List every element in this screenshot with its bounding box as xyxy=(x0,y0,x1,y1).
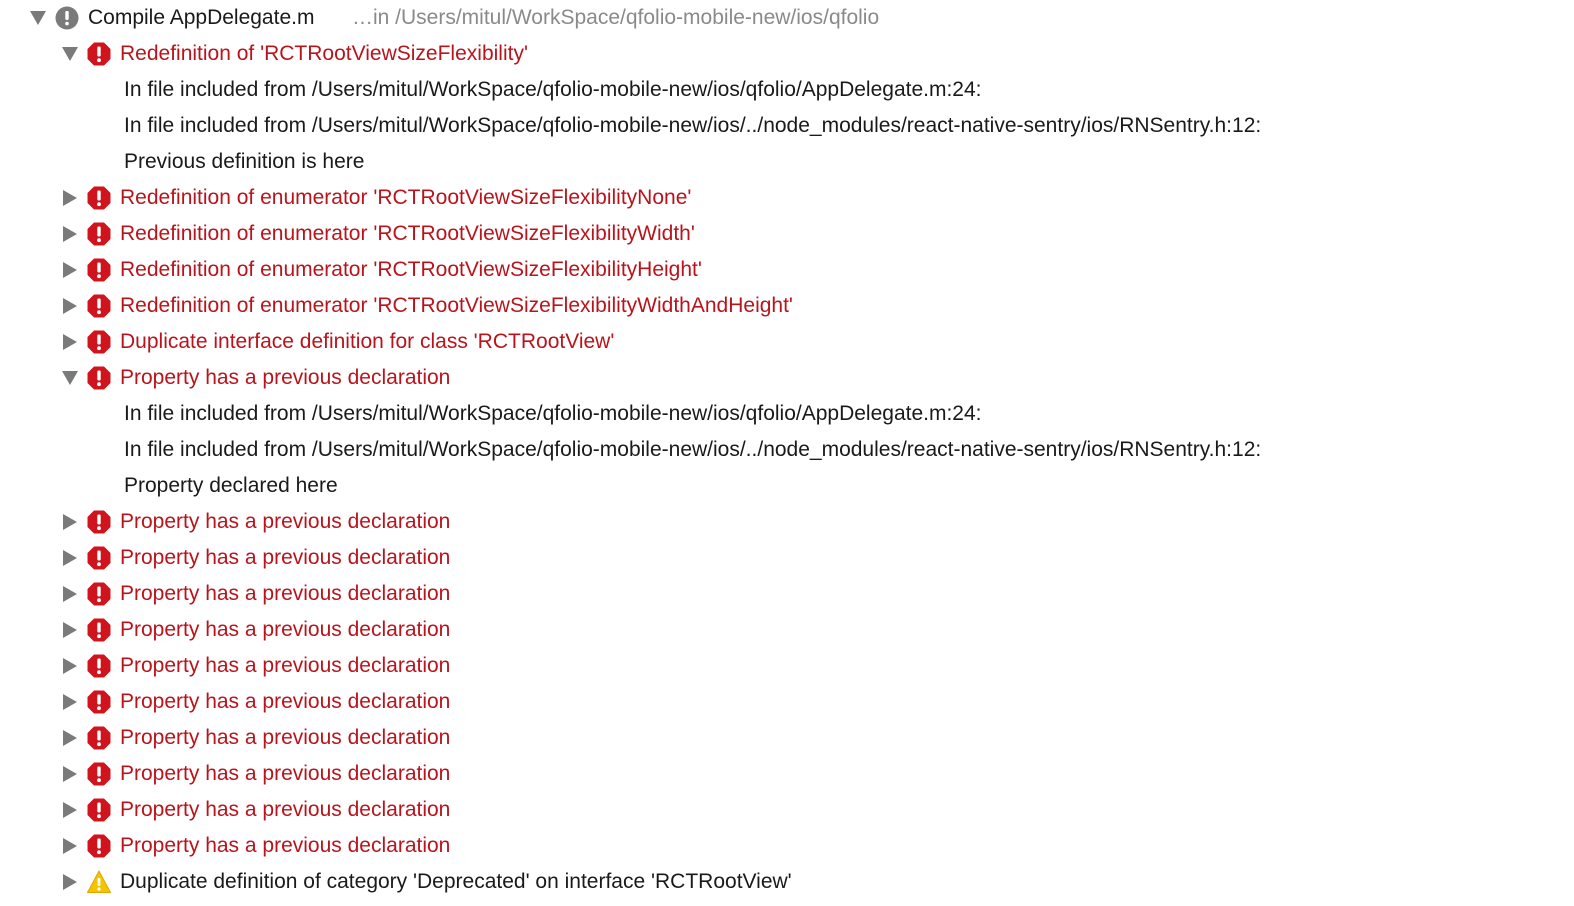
error-issue-row[interactable]: Property has a previous declaration xyxy=(0,756,1574,792)
issue-title: Property has a previous declaration xyxy=(120,726,451,749)
error-octagon-icon xyxy=(87,222,111,246)
issue-title: Property has a previous declaration xyxy=(120,762,451,785)
error-issue-row[interactable]: Property has a previous declaration xyxy=(0,792,1574,828)
issue-note-text: Previous definition is here xyxy=(124,150,365,173)
issue-title: Redefinition of 'RCTRootViewSizeFlexibil… xyxy=(120,42,528,65)
error-octagon-icon xyxy=(87,42,111,66)
error-issue-row[interactable]: Redefinition of 'RCTRootViewSizeFlexibil… xyxy=(0,36,1574,72)
error-issue-row[interactable]: Property has a previous declaration xyxy=(0,360,1574,396)
error-issue-row[interactable]: Property has a previous declaration xyxy=(0,828,1574,864)
issue-note-text: In file included from /Users/mitul/WorkS… xyxy=(124,114,1262,137)
issue-title: Property has a previous declaration xyxy=(120,798,451,821)
warning-issue-row[interactable]: Duplicate definition of category 'Deprec… xyxy=(0,864,1574,900)
issue-title: Redefinition of enumerator 'RCTRootViewS… xyxy=(120,258,702,281)
issue-note-row[interactable]: In file included from /Users/mitul/WorkS… xyxy=(0,432,1574,468)
issue-note-text: In file included from /Users/mitul/WorkS… xyxy=(124,78,982,101)
issue-title: Property has a previous declaration xyxy=(120,510,451,533)
disclosure-triangle-collapsed-icon[interactable] xyxy=(63,622,77,638)
issue-note-row[interactable]: In file included from /Users/mitul/WorkS… xyxy=(0,108,1574,144)
error-octagon-icon xyxy=(87,654,111,678)
issue-note-row[interactable]: Property declared here xyxy=(0,468,1574,504)
issue-note-text: In file included from /Users/mitul/WorkS… xyxy=(124,402,982,425)
issue-title: Property has a previous declaration xyxy=(120,834,451,857)
error-octagon-icon xyxy=(87,726,111,750)
issue-note-row[interactable]: In file included from /Users/mitul/WorkS… xyxy=(0,396,1574,432)
compile-group-row[interactable]: Compile AppDelegate.m …in /Users/mitul/W… xyxy=(0,0,1574,36)
disclosure-triangle-collapsed-icon[interactable] xyxy=(63,730,77,746)
info-circle-icon xyxy=(55,6,79,30)
disclosure-triangle-collapsed-icon[interactable] xyxy=(63,514,77,530)
issue-note-text: Property declared here xyxy=(124,474,338,497)
issue-title: Property has a previous declaration xyxy=(120,546,451,569)
disclosure-triangle-collapsed-icon[interactable] xyxy=(63,298,77,314)
disclosure-triangle-expanded-icon[interactable] xyxy=(62,47,78,61)
error-octagon-icon xyxy=(87,546,111,570)
warning-triangle-icon xyxy=(87,870,111,894)
issue-title: Property has a previous declaration xyxy=(120,618,451,641)
disclosure-triangle-collapsed-icon[interactable] xyxy=(63,838,77,854)
issue-title: Property has a previous declaration xyxy=(120,366,451,389)
error-issue-row[interactable]: Property has a previous declaration xyxy=(0,648,1574,684)
error-octagon-icon xyxy=(87,834,111,858)
error-octagon-icon xyxy=(87,582,111,606)
error-issue-row[interactable]: Property has a previous declaration xyxy=(0,540,1574,576)
disclosure-triangle-collapsed-icon[interactable] xyxy=(63,226,77,242)
error-issue-row[interactable]: Property has a previous declaration xyxy=(0,576,1574,612)
issue-title: Property has a previous declaration xyxy=(120,690,451,713)
issue-note-row[interactable]: Previous definition is here xyxy=(0,144,1574,180)
error-octagon-icon xyxy=(87,798,111,822)
error-issue-row[interactable]: Property has a previous declaration xyxy=(0,720,1574,756)
issue-title: Redefinition of enumerator 'RCTRootViewS… xyxy=(120,186,692,209)
issue-note-row[interactable]: In file included from /Users/mitul/WorkS… xyxy=(0,72,1574,108)
issue-note-text: In file included from /Users/mitul/WorkS… xyxy=(124,438,1262,461)
disclosure-triangle-expanded-icon[interactable] xyxy=(62,371,78,385)
issue-title: Duplicate definition of category 'Deprec… xyxy=(120,870,792,893)
disclosure-triangle-collapsed-icon[interactable] xyxy=(63,766,77,782)
disclosure-triangle-collapsed-icon[interactable] xyxy=(63,802,77,818)
error-octagon-icon xyxy=(87,294,111,318)
error-issue-row[interactable]: Redefinition of enumerator 'RCTRootViewS… xyxy=(0,180,1574,216)
error-octagon-icon xyxy=(87,618,111,642)
disclosure-triangle-collapsed-icon[interactable] xyxy=(63,550,77,566)
error-octagon-icon xyxy=(87,330,111,354)
disclosure-triangle-collapsed-icon[interactable] xyxy=(63,262,77,278)
disclosure-triangle-expanded-icon[interactable] xyxy=(30,11,46,25)
issue-title: Redefinition of enumerator 'RCTRootViewS… xyxy=(120,222,695,245)
error-issue-row[interactable]: Redefinition of enumerator 'RCTRootViewS… xyxy=(0,252,1574,288)
disclosure-triangle-collapsed-icon[interactable] xyxy=(63,694,77,710)
error-octagon-icon xyxy=(87,690,111,714)
error-issue-row[interactable]: Property has a previous declaration xyxy=(0,612,1574,648)
error-octagon-icon xyxy=(87,258,111,282)
error-issue-row[interactable]: Property has a previous declaration xyxy=(0,684,1574,720)
disclosure-triangle-collapsed-icon[interactable] xyxy=(63,334,77,350)
disclosure-triangle-collapsed-icon[interactable] xyxy=(63,190,77,206)
issue-title: Property has a previous declaration xyxy=(120,654,451,677)
error-octagon-icon xyxy=(87,366,111,390)
error-octagon-icon xyxy=(87,762,111,786)
error-issue-row[interactable]: Redefinition of enumerator 'RCTRootViewS… xyxy=(0,288,1574,324)
error-octagon-icon xyxy=(87,510,111,534)
error-issue-row[interactable]: Property has a previous declaration xyxy=(0,504,1574,540)
issue-title: Redefinition of enumerator 'RCTRootViewS… xyxy=(120,294,793,317)
issue-title: Duplicate interface definition for class… xyxy=(120,330,615,353)
disclosure-triangle-collapsed-icon[interactable] xyxy=(63,874,77,890)
disclosure-triangle-collapsed-icon[interactable] xyxy=(63,586,77,602)
group-title: Compile AppDelegate.m xyxy=(88,6,315,29)
error-octagon-icon xyxy=(87,186,111,210)
disclosure-triangle-collapsed-icon[interactable] xyxy=(63,658,77,674)
issue-title: Property has a previous declaration xyxy=(120,582,451,605)
error-issue-row[interactable]: Duplicate interface definition for class… xyxy=(0,324,1574,360)
group-location: …in /Users/mitul/WorkSpace/qfolio-mobile… xyxy=(352,6,880,29)
error-issue-row[interactable]: Redefinition of enumerator 'RCTRootViewS… xyxy=(0,216,1574,252)
